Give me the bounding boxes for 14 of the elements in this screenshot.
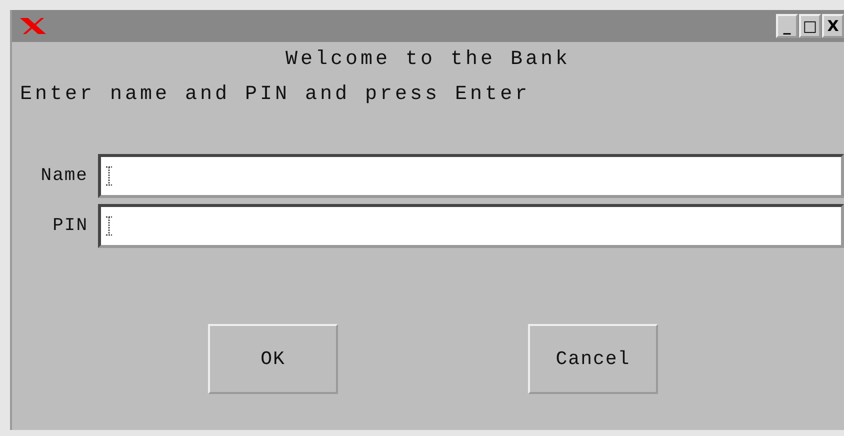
window-control[interactable]: X (822, 14, 844, 38)
input-field[interactable] (98, 204, 844, 248)
dialog-button[interactable]: OK (208, 324, 338, 394)
window-title: Welcome to the Bank (284, 48, 572, 71)
x-logo-icon (20, 18, 46, 34)
field-label: PIN (52, 216, 89, 236)
text-cursor-icon (106, 216, 112, 236)
text-cursor-icon (106, 166, 112, 186)
dialog-button[interactable]: Cancel (528, 324, 658, 394)
window-control[interactable]: □ (799, 14, 821, 38)
instruction-text: Enter name and PIN and press Enter (20, 83, 532, 106)
field-label: Name (40, 166, 89, 186)
input-field[interactable] (98, 154, 844, 198)
window-control[interactable]: _ (776, 14, 798, 38)
